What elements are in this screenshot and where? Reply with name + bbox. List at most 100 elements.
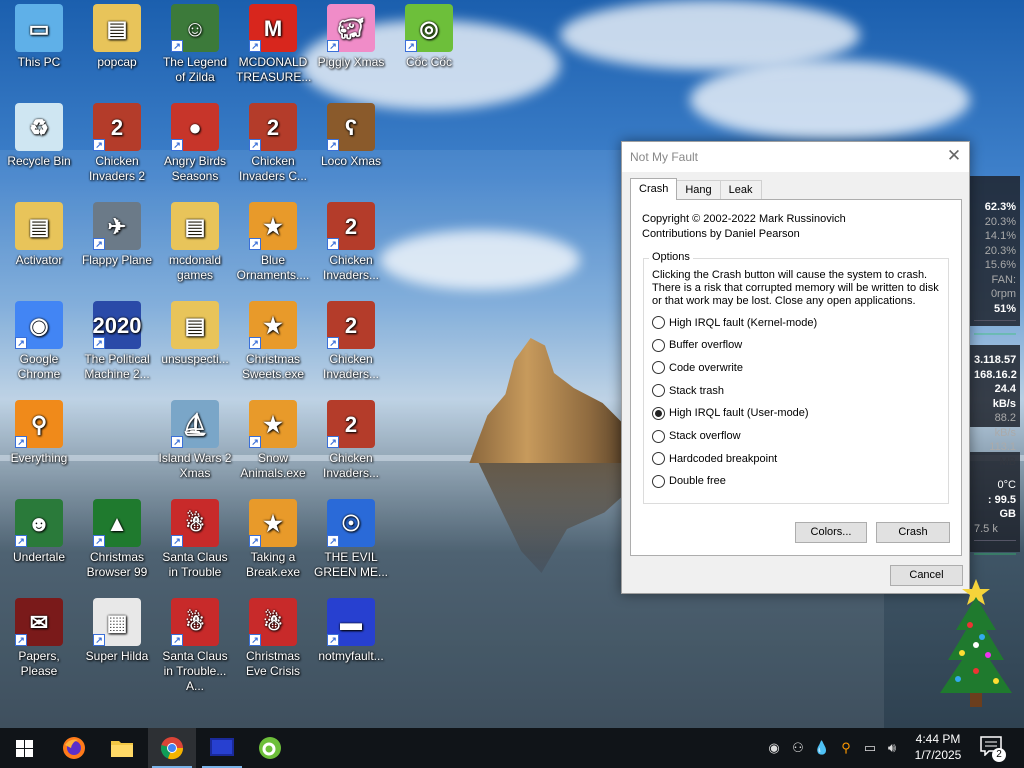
desktop-icon[interactable]: 2 ↗ Chicken Invaders... — [312, 202, 390, 283]
desktop-icon[interactable]: ☃ ↗ Santa Claus in Trouble... A... — [156, 598, 234, 694]
tray-network-users-icon[interactable]: ⚇ — [790, 740, 806, 756]
tray-everything-search-icon[interactable]: ⚲ — [838, 740, 854, 756]
desktop-icon[interactable]: ⛵︎ ↗ Island Wars 2 Xmas — [156, 400, 234, 481]
radio-button-icon[interactable] — [652, 474, 665, 488]
tab-leak[interactable]: Leak — [719, 180, 762, 200]
crash-option-radio[interactable]: Code overwrite — [652, 361, 743, 375]
crash-option-radio[interactable]: High IRQL fault (User-mode) — [652, 406, 809, 420]
desktop-icon-label: Island Wars 2 Xmas — [158, 451, 232, 480]
shortcut-arrow-icon: ↗ — [249, 634, 261, 646]
crash-option-label: High IRQL fault (Kernel-mode) — [669, 316, 818, 329]
desktop-icon[interactable]: ▤ Activator — [0, 202, 78, 268]
tab-crash[interactable]: Crash — [630, 178, 678, 200]
shortcut-arrow-icon: ↗ — [93, 535, 105, 547]
desktop-icon[interactable]: ▭ This PC — [0, 4, 78, 70]
desktop-icon[interactable]: ★ ↗ Blue Ornaments.... — [234, 202, 312, 283]
desktop-icon[interactable]: ▦ ↗ Super Hilda — [78, 598, 156, 664]
desktop-icon-label: Loco Xmas — [320, 154, 382, 168]
colors-button[interactable]: Colors... — [795, 522, 867, 543]
desktop-icon-label: Super Hilda — [85, 649, 149, 663]
desktop-icon[interactable]: 2 ↗ Chicken Invaders... — [312, 400, 390, 481]
taskbar-coccoc[interactable] — [246, 728, 294, 768]
start-button[interactable] — [0, 728, 48, 768]
desktop-icon[interactable]: ♻ Recycle Bin — [0, 103, 78, 169]
tray-network-icon[interactable]: ▭ — [862, 740, 878, 756]
desktop-icon-label: Christmas Eve Crisis — [245, 649, 300, 678]
network-gadget[interactable]: 3.118.57 168.16.2 24.4 kB/s 88.2 kB/s 11… — [970, 345, 1020, 468]
radio-button-icon[interactable] — [652, 316, 665, 329]
desktop-icon[interactable]: ★ ↗ Taking a Break.exe — [234, 499, 312, 580]
taskbar-file-explorer[interactable] — [98, 728, 146, 768]
radio-button-icon[interactable] — [652, 429, 665, 443]
desktop-icon[interactable]: ☻ ↗ Undertale — [0, 499, 78, 565]
folder-icon: ▤ — [93, 4, 141, 52]
tray-volume-icon[interactable]: 🔊︎ — [884, 740, 900, 756]
shortcut-arrow-icon: ↗ — [15, 634, 27, 646]
desktop-icon[interactable]: ★ ↗ Snow Animals.exe — [234, 400, 312, 481]
desktop-icon-label: Recycle Bin — [7, 154, 71, 168]
desktop-icon[interactable]: ✉ ↗ Papers, Please — [0, 598, 78, 679]
desktop-icon[interactable]: 2020 ↗ The Political Machine 2... — [78, 301, 156, 382]
desktop-icon[interactable]: 2 ↗ Chicken Invaders 2 — [78, 103, 156, 184]
desktop-icon[interactable]: ʕ ↗ Loco Xmas — [312, 103, 390, 169]
tree-icon: ▲ ↗ — [93, 499, 141, 547]
taskbar-firefox[interactable] — [50, 728, 98, 768]
desktop-icon[interactable]: ● ↗ Angry Birds Seasons — [156, 103, 234, 184]
crash-option-radio[interactable]: High IRQL fault (Kernel-mode) — [652, 316, 817, 329]
radio-button-icon[interactable] — [652, 361, 665, 375]
desktop-icon[interactable]: ☉ ↗ THE EVIL GREEN ME... — [312, 499, 390, 580]
taskbar-clock[interactable]: 4:44 PM 1/7/2025 — [902, 731, 974, 763]
island-icon: ⛵︎ ↗ — [171, 400, 219, 448]
crash-option-radio[interactable]: Buffer overflow — [652, 338, 743, 352]
dialog-titlebar[interactable]: Not My Fault ✕ — [622, 142, 969, 172]
shortcut-arrow-icon: ↗ — [93, 139, 105, 151]
shortcut-arrow-icon: ↗ — [171, 139, 183, 151]
radio-button-icon[interactable] — [652, 338, 665, 352]
desktop-icon[interactable]: ⚲ ↗ Everything — [0, 400, 78, 466]
crash-option-radio[interactable]: Hardcoded breakpoint — [652, 452, 777, 466]
crash-option-label: Code overwrite — [669, 361, 743, 374]
desktop-icon[interactable]: 🐖︎ ↗ Piggly Xmas — [312, 4, 390, 70]
desktop-icon[interactable]: ▲ ↗ Christmas Browser 99 — [78, 499, 156, 580]
disk-gadget[interactable]: 0°C : 99.5 GB 7.5 k — [970, 452, 1020, 562]
desktop-icon[interactable]: ▤ unsuspecti... — [156, 301, 234, 367]
desktop-icon[interactable]: ☃ ↗ Christmas Eve Crisis — [234, 598, 312, 679]
desktop-icon[interactable]: M ↗ MCDONALD TREASURE... — [234, 4, 312, 85]
desktop-icon[interactable]: 2 ↗ Chicken Invaders C... — [234, 103, 312, 184]
cpu-gadget[interactable]: 62.3% 20.3% 14.1% 20.3% 15.6% FAN: 0rpm … — [970, 176, 1020, 342]
desktop-icon[interactable]: ✈ ↗ Flappy Plane — [78, 202, 156, 268]
desktop-icon-label: mcdonald games — [168, 253, 222, 282]
hilda-icon: ▦ ↗ — [93, 598, 141, 646]
desktop-icon[interactable]: ▬ ↗ notmyfault... — [312, 598, 390, 664]
radio-button-icon[interactable] — [652, 384, 665, 398]
crash-option-radio[interactable]: Stack overflow — [652, 429, 741, 443]
crash-option-radio[interactable]: Double free — [652, 474, 726, 488]
taskbar-notmyfault[interactable] — [198, 728, 246, 768]
shortcut-arrow-icon: ↗ — [171, 40, 183, 52]
close-icon[interactable]: ✕ — [939, 142, 969, 172]
tray-chrome-icon[interactable]: ◉ — [766, 740, 782, 756]
desktop-icon[interactable]: ☃ ↗ Santa Claus in Trouble — [156, 499, 234, 580]
firefox-icon — [63, 737, 85, 759]
radio-button-icon[interactable] — [652, 452, 665, 466]
desktop-icon[interactable]: ☺ ↗ The Legend of Zilda — [156, 4, 234, 85]
desktop-icon-label: Activator — [15, 253, 63, 267]
desktop-icon[interactable]: ▤ popcap — [78, 4, 156, 70]
coccoc-icon: ◎ ↗ — [405, 4, 453, 52]
crash-button[interactable]: Crash — [876, 522, 950, 543]
desktop-icon-label: popcap — [97, 55, 137, 69]
desktop-icon[interactable]: ◎ ↗ Cốc Cốc — [390, 4, 468, 70]
crash-option-label: Buffer overflow — [669, 339, 743, 352]
shortcut-arrow-icon: ↗ — [249, 436, 261, 448]
desktop-icon[interactable]: ◉ ↗ Google Chrome — [0, 301, 78, 382]
desktop-icon[interactable]: ▤ mcdonald games — [156, 202, 234, 283]
tab-hang[interactable]: Hang — [676, 180, 721, 200]
radio-button-icon[interactable] — [652, 406, 665, 420]
desktop-icon[interactable]: ★ ↗ Christmas Sweets.exe — [234, 301, 312, 382]
crash-option-radio[interactable]: Stack trash — [652, 384, 724, 398]
desktop-icon[interactable]: 2 ↗ Chicken Invaders... — [312, 301, 390, 382]
tray-droplet-icon[interactable]: 💧 — [814, 740, 830, 756]
shortcut-arrow-icon: ↗ — [249, 40, 261, 52]
taskbar-chrome[interactable] — [148, 728, 196, 768]
christmas-tree-icon — [940, 579, 1012, 707]
